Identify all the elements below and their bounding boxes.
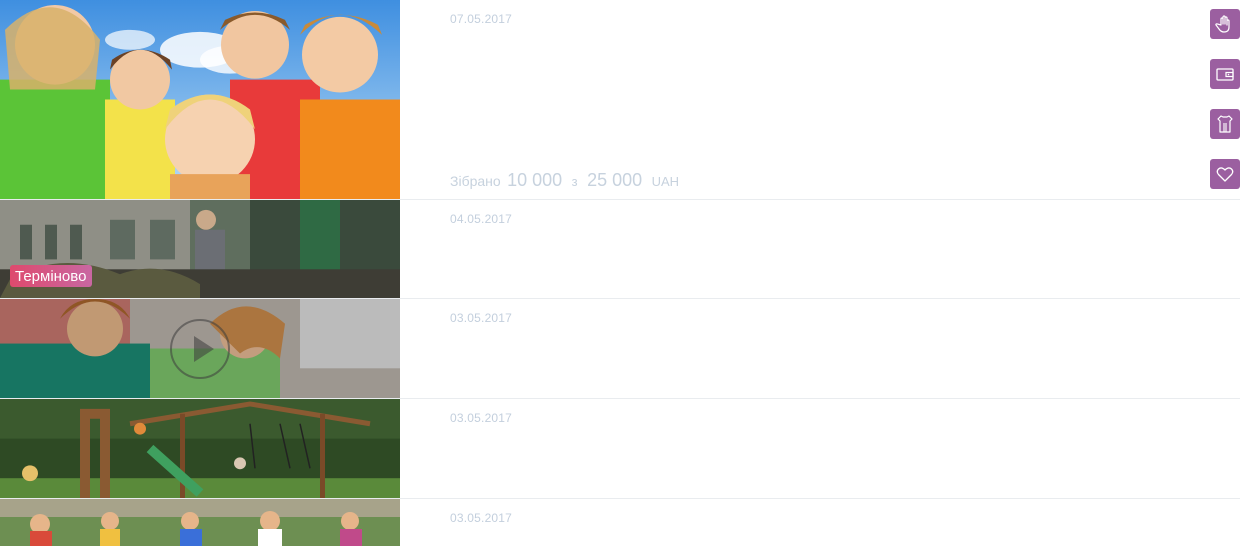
feed-item[interactable]: Терміново 04.05.2017 (0, 200, 1240, 299)
volunteer-button[interactable] (1210, 9, 1240, 39)
urgent-badge: Терміново (10, 265, 93, 287)
fundraising-progress: Зібрано 10 000 з 25 000 UAH (450, 170, 682, 191)
feed-item[interactable]: 07.05.2017 Зібрано 10 000 з 25 000 UAH (0, 0, 1240, 200)
feed-item-image[interactable] (0, 399, 400, 498)
collected-goal: 25 000 (587, 170, 643, 190)
collected-label: Зібрано (450, 173, 501, 189)
heart-icon (1216, 167, 1234, 182)
collected-amount: 10 000 (507, 170, 563, 190)
play-video-button[interactable] (170, 319, 230, 379)
news-feed: 07.05.2017 Зібрано 10 000 з 25 000 UAH Т… (0, 0, 1240, 546)
wallet-icon (1216, 68, 1234, 81)
support-button[interactable] (1210, 159, 1240, 189)
feed-item-date: 07.05.2017 (450, 12, 513, 26)
feed-item-date: 03.05.2017 (450, 511, 513, 525)
feed-item[interactable]: 03.05.2017 (0, 299, 1240, 399)
feed-item-date: 04.05.2017 (450, 212, 513, 226)
donate-money-button[interactable] (1210, 59, 1240, 89)
feed-item-date: 03.05.2017 (450, 311, 513, 325)
feed-item[interactable]: 03.05.2017 (0, 399, 1240, 499)
collected-currency: UAH (651, 174, 680, 189)
feed-item[interactable]: 03.05.2017 (0, 499, 1240, 546)
feed-item-date: 03.05.2017 (450, 411, 513, 425)
feed-item-image[interactable] (0, 499, 400, 546)
feed-item-image[interactable] (0, 0, 400, 199)
feed-item-image[interactable] (0, 299, 400, 398)
donate-clothes-button[interactable] (1210, 109, 1240, 139)
hand-icon (1215, 15, 1230, 33)
collected-of: з (571, 174, 578, 189)
feed-item-image[interactable]: Терміново (0, 200, 400, 298)
clothes-icon (1217, 115, 1233, 133)
